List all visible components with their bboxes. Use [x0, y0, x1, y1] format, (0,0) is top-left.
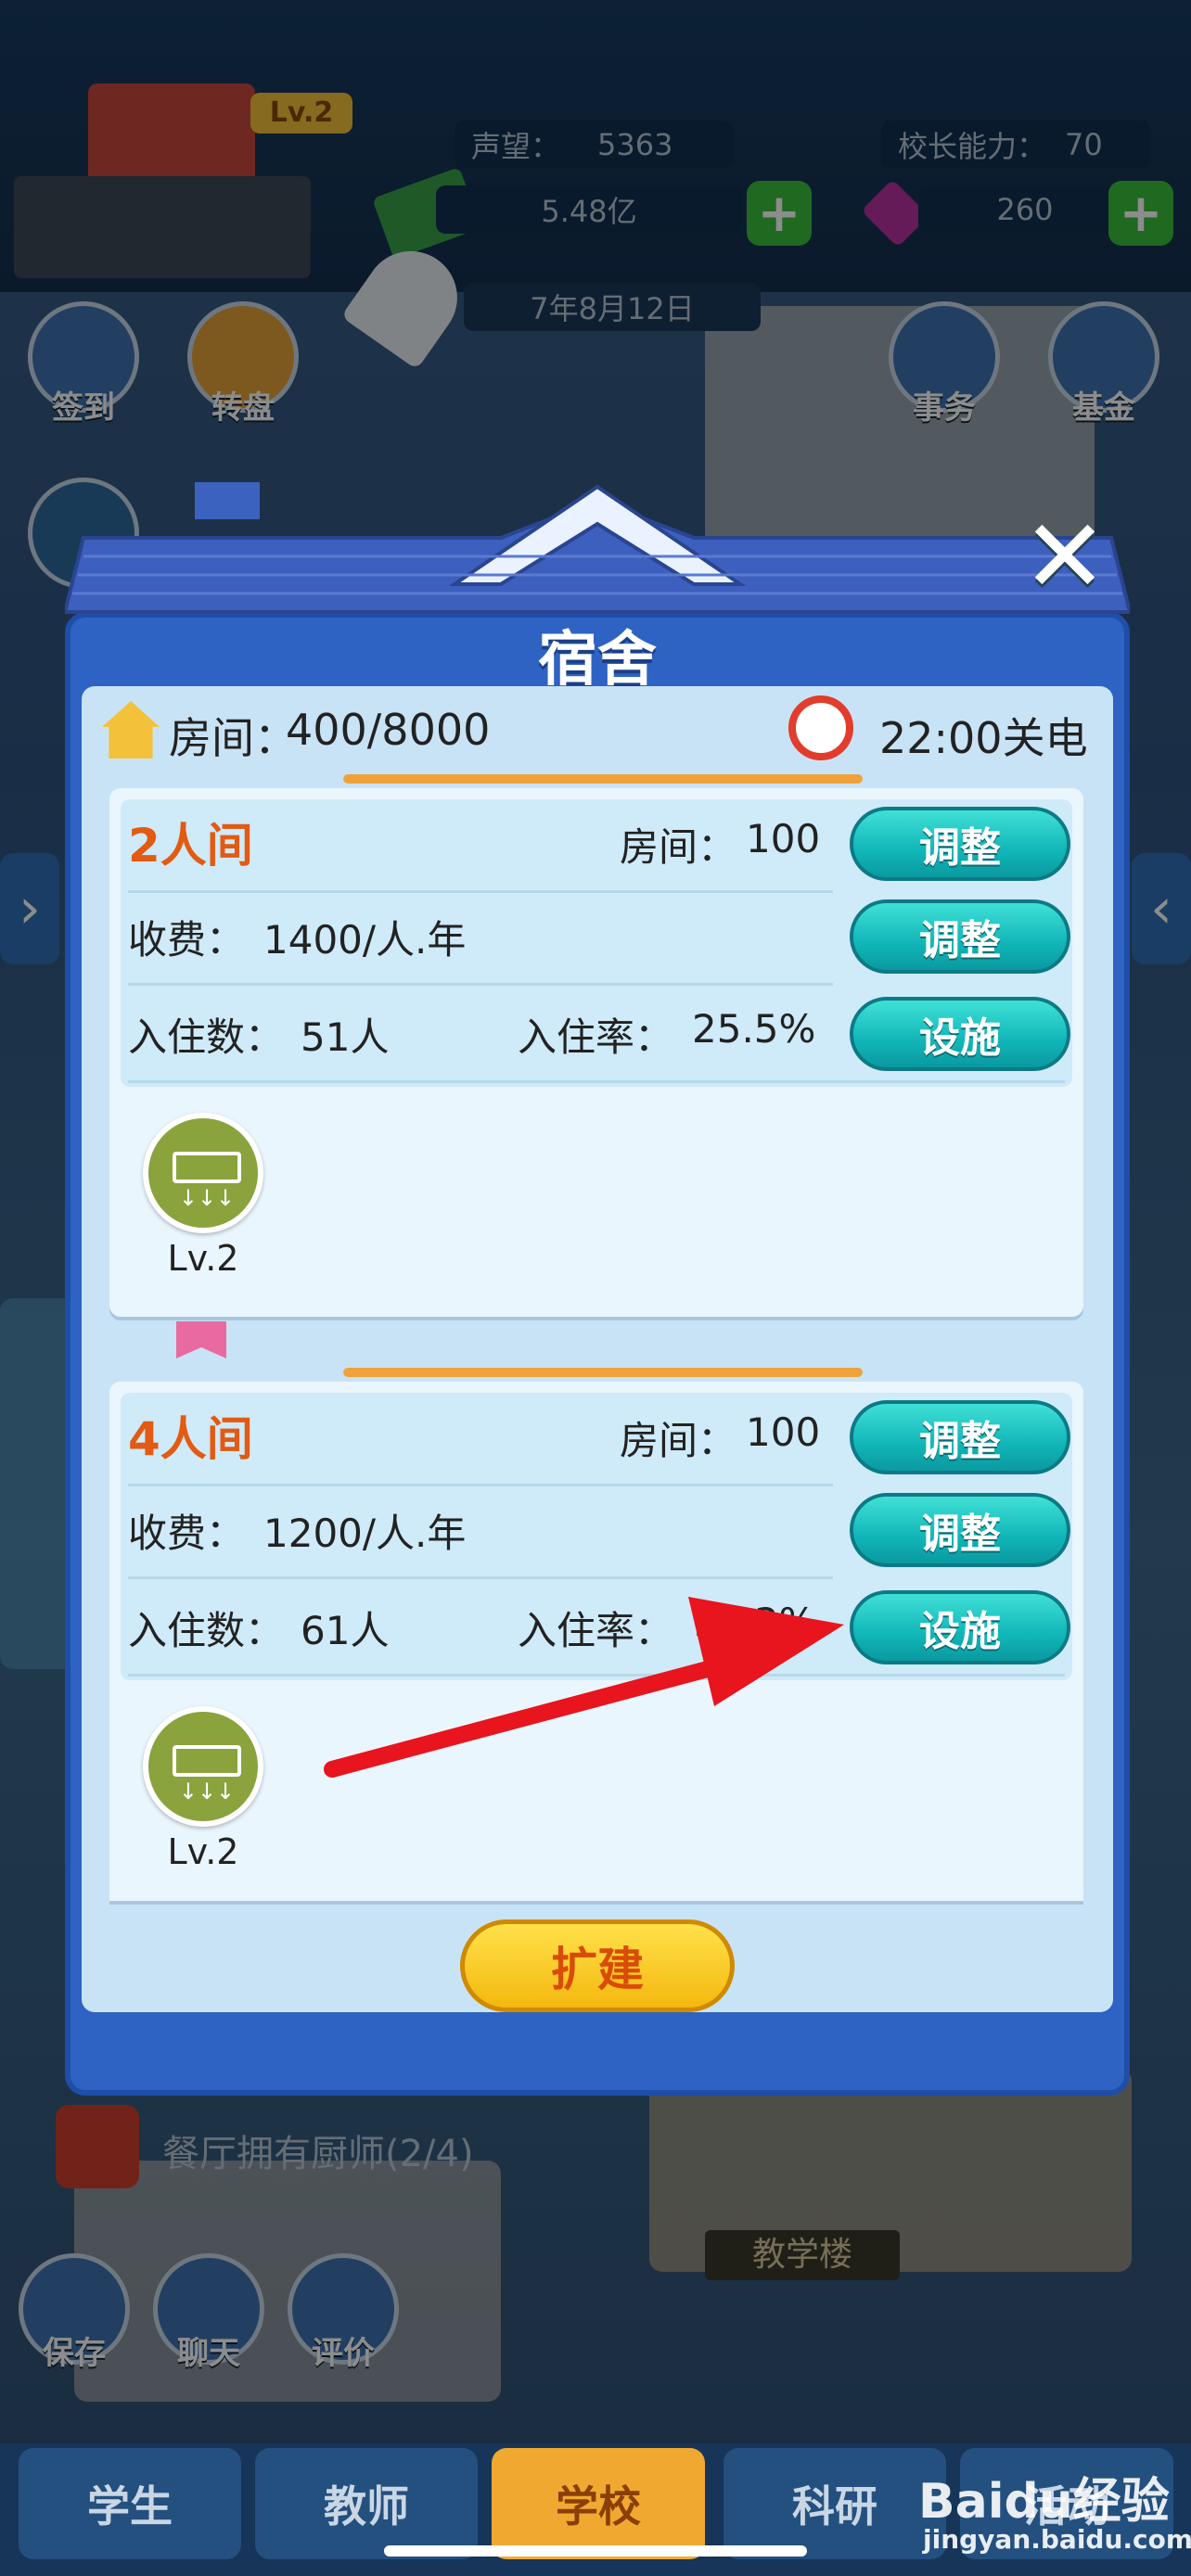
annotation-arrow-icon	[324, 1597, 844, 1778]
tab-label: 学生	[87, 2481, 173, 2531]
watermark-brand: Baidu经验	[918, 2474, 1170, 2530]
tab-research[interactable]: 科研	[724, 2448, 946, 2559]
home-indicator[interactable]	[384, 2545, 807, 2557]
tab-students[interactable]: 学生	[19, 2448, 241, 2559]
tab-school[interactable]: 学校	[492, 2448, 705, 2559]
watermark-url: jingyan.baidu.com	[923, 2524, 1191, 2555]
tab-label: 科研	[792, 2481, 877, 2531]
tab-label: 学校	[556, 2481, 641, 2531]
tab-teachers[interactable]: 教师	[255, 2448, 478, 2559]
tab-label: 教师	[324, 2481, 409, 2531]
